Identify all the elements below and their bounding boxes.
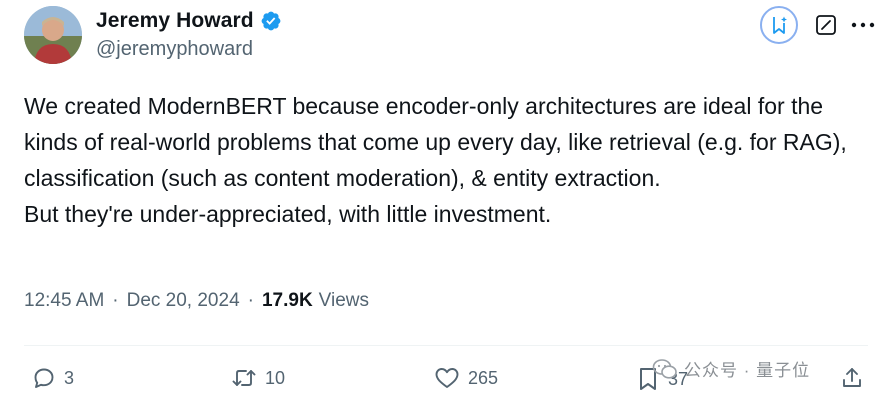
meta-separator: · bbox=[112, 290, 119, 311]
like-count: 265 bbox=[468, 367, 499, 388]
like-button[interactable]: 265 bbox=[434, 366, 498, 390]
bookmark-button[interactable]: 37 bbox=[636, 366, 688, 392]
edit-button[interactable] bbox=[814, 13, 838, 37]
views-count: 17.9K bbox=[261, 290, 313, 311]
more-icon bbox=[851, 22, 875, 28]
retweet-button[interactable]: 10 bbox=[231, 366, 285, 390]
divider bbox=[24, 345, 868, 346]
reply-icon bbox=[34, 368, 54, 388]
top-actions bbox=[760, 6, 876, 44]
tweet-meta: 12:45 AM · Dec 20, 2024 · 17.9K Views bbox=[24, 290, 369, 312]
author-name-row: Jeremy Howard bbox=[96, 8, 282, 34]
retweet-icon bbox=[232, 370, 256, 386]
retweet-count: 10 bbox=[265, 367, 286, 388]
tweet-paragraph: We created ModernBERT because encoder-on… bbox=[24, 93, 847, 191]
more-button[interactable] bbox=[850, 13, 876, 37]
tweet-paragraph: But they're under-appreciated, with litt… bbox=[24, 201, 552, 227]
bookmark-icon bbox=[640, 368, 656, 390]
tweet-time[interactable]: 12:45 AM bbox=[24, 290, 104, 312]
share-icon bbox=[843, 368, 861, 387]
avatar-photo bbox=[24, 6, 82, 64]
author-handle[interactable]: @jeremyphoward bbox=[96, 38, 253, 61]
bookmark-count: 37 bbox=[668, 368, 689, 389]
heart-icon bbox=[435, 368, 459, 388]
watermark-text: 公众号 · 量子位 bbox=[684, 361, 811, 380]
grok-button[interactable] bbox=[760, 6, 798, 44]
author-display-name[interactable]: Jeremy Howard bbox=[96, 9, 254, 33]
meta-separator: · bbox=[247, 290, 254, 311]
reply-button[interactable]: 3 bbox=[32, 366, 74, 390]
grok-icon bbox=[773, 16, 787, 34]
avatar[interactable] bbox=[24, 6, 82, 64]
reply-count: 3 bbox=[64, 367, 75, 388]
views-label: Views bbox=[318, 290, 370, 311]
tweet-date[interactable]: Dec 20, 2024 bbox=[127, 290, 240, 312]
tweet-text: We created ModernBERT because encoder-on… bbox=[24, 88, 874, 232]
edit-icon bbox=[816, 15, 836, 35]
tweet: Jeremy Howard @jeremyphoward We created … bbox=[0, 0, 892, 402]
share-button[interactable] bbox=[840, 366, 864, 390]
verified-badge-icon[interactable] bbox=[260, 10, 282, 32]
